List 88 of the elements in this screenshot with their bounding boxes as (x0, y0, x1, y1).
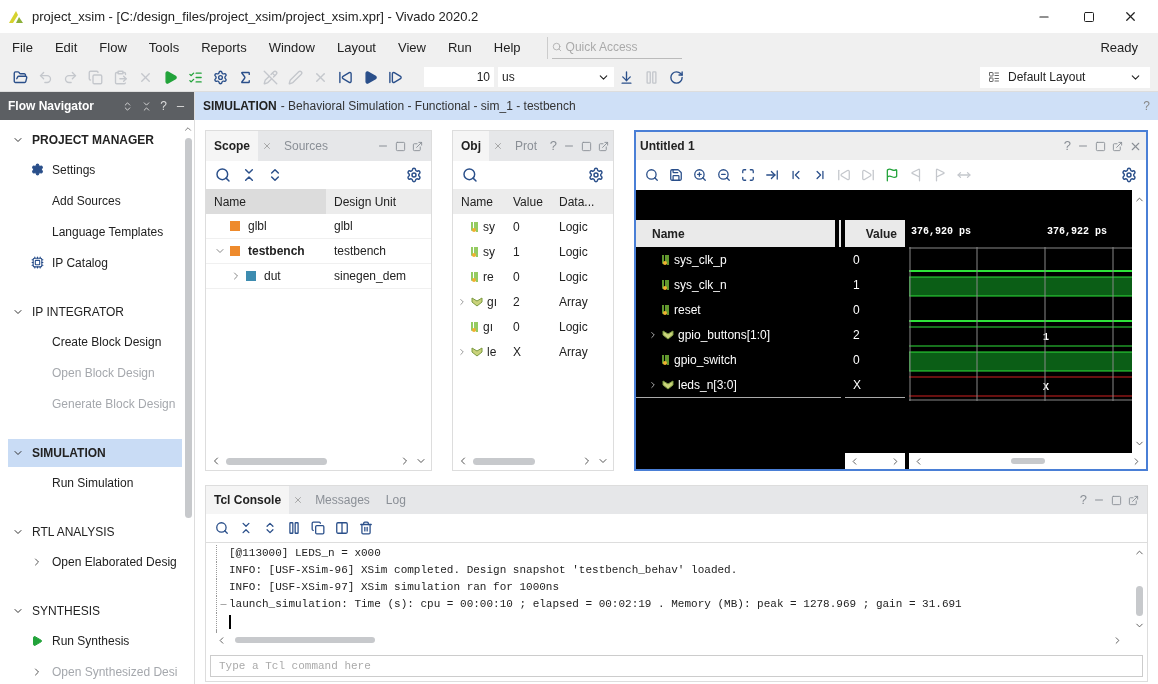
object-name[interactable]: le (487, 342, 497, 361)
signal-value: 2 (852, 326, 861, 344)
panel-title: Untitled 1 (640, 138, 695, 155)
column-header[interactable]: Data... (551, 192, 605, 211)
signal-name[interactable]: gpio_buttons[1:0] (678, 325, 771, 344)
time-unit-dropdown[interactable]: us (498, 67, 614, 87)
column-header[interactable]: Value (505, 192, 551, 211)
scope-name[interactable]: testbench (248, 242, 305, 260)
column-header[interactable]: Name (206, 189, 326, 214)
panel-tab[interactable]: Tcl Console (206, 486, 290, 514)
navigator-item[interactable]: Open Elaborated Desig (52, 552, 177, 571)
navigator-item[interactable]: IP Catalog (52, 253, 108, 272)
navigator-item[interactable]: Settings (52, 160, 96, 179)
menu-item[interactable]: Reports (201, 38, 247, 58)
menu-item[interactable]: Window (268, 38, 315, 58)
object-type: Logic (558, 318, 589, 336)
object-type: Logic (558, 218, 589, 236)
signal-name[interactable]: leds_n[3:0] (678, 375, 737, 394)
run-time-field[interactable]: 10 (424, 67, 494, 87)
console-line: INFO: [USF-XSim-97] XSim simulation ran for 1000ns (229, 580, 560, 596)
object-name[interactable]: gı (487, 292, 497, 311)
column-header[interactable]: Name (453, 192, 505, 211)
navigator-section[interactable]: PROJECT MANAGER (8, 126, 182, 154)
navigator-title: Flow Navigator (8, 98, 94, 115)
navigator-item[interactable]: Run Synthesis (52, 631, 130, 650)
bus-value: X (1043, 382, 1049, 393)
menu-item[interactable]: Tools (148, 38, 180, 58)
object-value: 0 (512, 318, 521, 336)
object-type: Logic (558, 243, 589, 261)
console-line: INFO: [USF-XSim-96] XSim completed. Design snapshot 'testbench_behav' loaded. (229, 563, 738, 579)
navigator-section[interactable]: IP INTEGRATOR (8, 298, 182, 326)
menu-item[interactable]: Help (493, 38, 521, 58)
console-line: launch_simulation: Time (s): cpu = 00:00:10 ; elapsed = 00:02:19 . Memory (MB): peak = 1278.969 ; gain = 31.691 (229, 597, 962, 613)
column-header[interactable]: Value (845, 220, 905, 247)
object-type: Logic (558, 268, 589, 286)
object-name[interactable]: sy (483, 217, 495, 236)
menu-item[interactable]: Flow (99, 38, 127, 58)
layout-dropdown[interactable]: Default Layout (980, 66, 1150, 88)
object-value: 0 (512, 268, 521, 286)
status-text: Ready (1100, 39, 1138, 58)
simulation-title: SIMULATION (203, 98, 277, 115)
scope-name[interactable]: glbl (248, 217, 267, 235)
time-label: 376,920 ps (910, 225, 972, 239)
object-value: 2 (512, 293, 521, 311)
design-unit: glbl (333, 218, 354, 235)
panel-tab[interactable]: Scope (206, 131, 258, 161)
signal-name[interactable]: sys_clk_n (674, 275, 727, 294)
signal-value: 0 (852, 351, 861, 369)
navigator-section[interactable]: SIMULATION (8, 439, 182, 467)
object-value: 1 (512, 243, 521, 261)
object-type: Array (558, 293, 589, 311)
navigator-item[interactable]: Run Simulation (52, 473, 134, 492)
window-title: project_xsim - [C:/design_files/project_xsim/project_xsim.xpr] - Vivado 2020.2 (32, 7, 479, 26)
object-name[interactable]: gı (483, 317, 493, 336)
time-label: 376,922 ps (1046, 225, 1107, 239)
column-header[interactable]: Design Unit (326, 192, 397, 211)
scope-name[interactable]: dut (264, 267, 281, 285)
signal-name[interactable]: sys_clk_p (674, 250, 727, 269)
design-unit: testbench (333, 243, 388, 260)
navigator-item[interactable]: Language Templates (52, 222, 164, 241)
design-unit: sinegen_dem (333, 268, 408, 285)
signal-value: 1 (852, 276, 861, 294)
menu-item[interactable]: Layout (336, 38, 376, 58)
navigator-item[interactable]: Create Block Design (52, 332, 162, 351)
menu-item[interactable]: Edit (54, 38, 78, 58)
navigator-section[interactable]: SYNTHESIS (8, 597, 182, 625)
tcl-command-field[interactable]: Type a Tcl command here (210, 655, 1143, 677)
signal-name[interactable]: gpio_switch (674, 350, 737, 369)
menu-item[interactable]: Run (447, 38, 472, 58)
help-icon[interactable]: ? (160, 97, 167, 115)
column-header[interactable]: Name (636, 220, 839, 247)
object-type: Array (558, 343, 589, 361)
signal-value: 0 (852, 251, 861, 269)
navigator-section[interactable]: RTL ANALYSIS (8, 518, 182, 546)
panel-tab[interactable]: Obj (453, 131, 489, 161)
object-name[interactable]: sy (483, 242, 495, 261)
object-name[interactable]: re (483, 267, 494, 286)
signal-name[interactable]: reset (674, 300, 701, 319)
menu-item[interactable]: View (398, 38, 426, 58)
signal-value: 0 (852, 301, 861, 319)
menu-item[interactable]: File (12, 38, 33, 58)
object-value: 0 (512, 218, 521, 236)
navigator-item[interactable]: Add Sources (52, 191, 121, 210)
simulation-subtitle: - Behavioral Simulation - Functional - sim_1 - testbench (280, 98, 576, 115)
object-value: X (512, 343, 522, 361)
console-line: [@113000] LEDS_n = x000 (229, 546, 381, 562)
bus-value: 1 (1043, 332, 1049, 343)
signal-value: X (852, 376, 862, 394)
